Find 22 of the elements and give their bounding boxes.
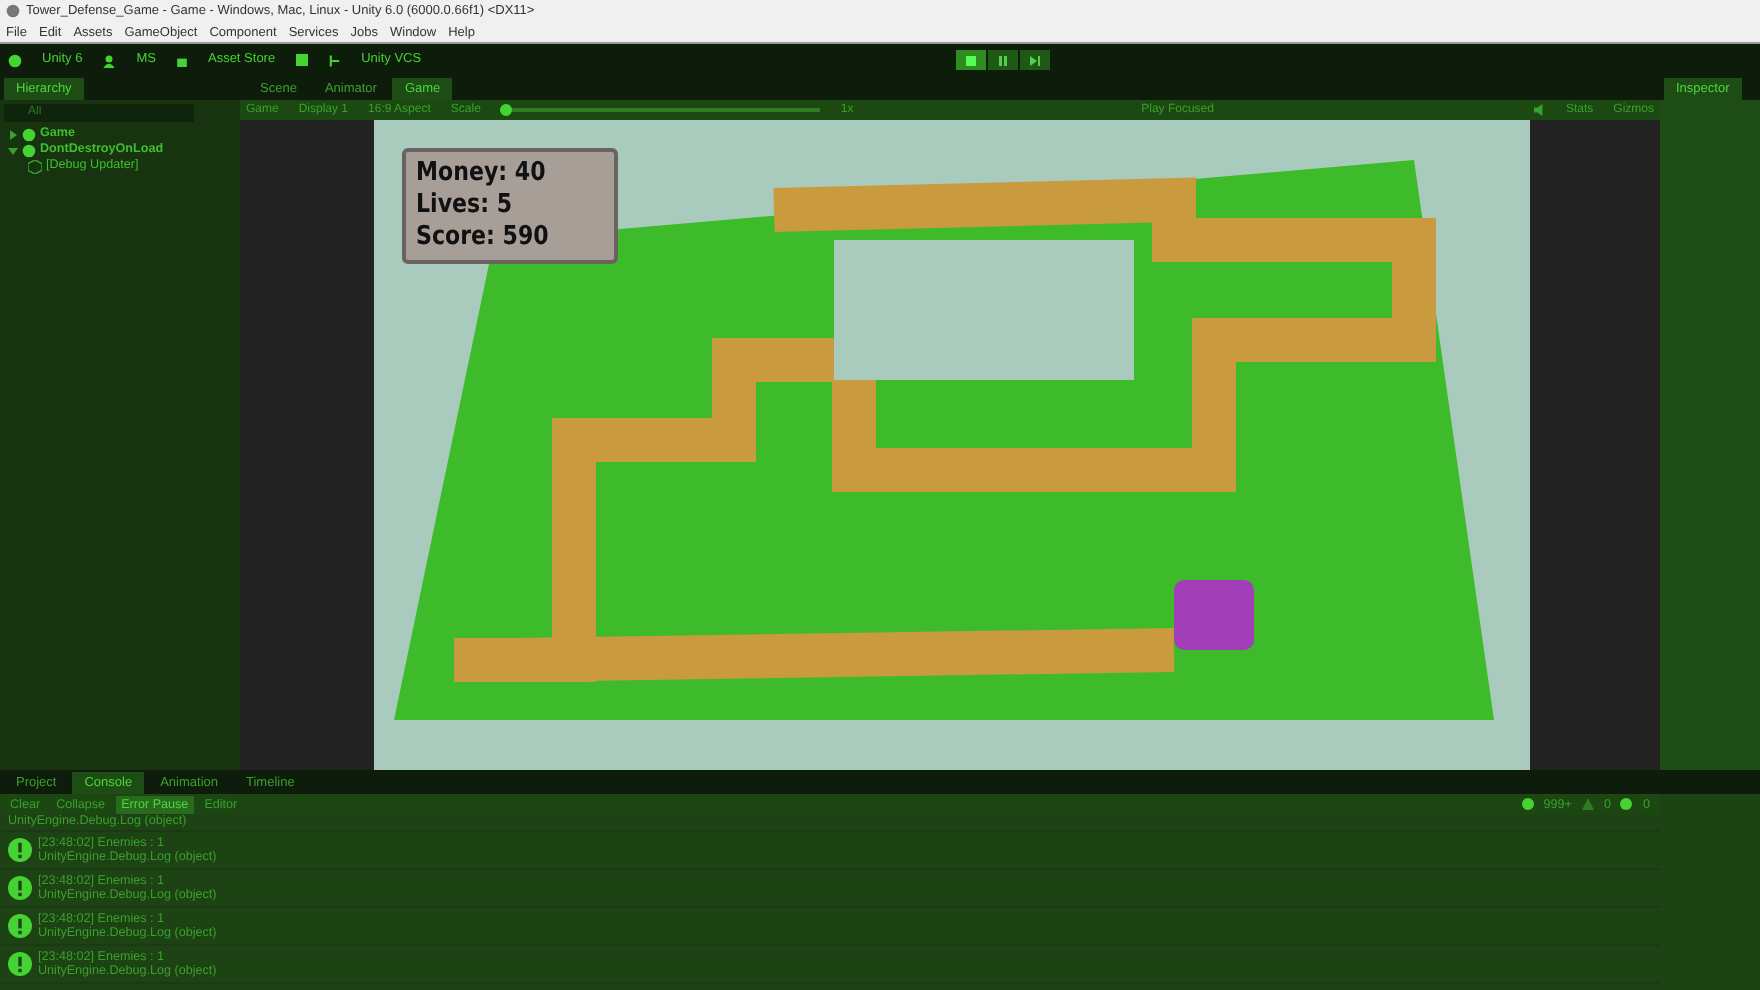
caret-icon[interactable] <box>8 145 18 155</box>
warning-icon <box>1581 798 1594 810</box>
hud-text: Score: 590 <box>416 222 551 254</box>
grid-icon[interactable] <box>295 54 308 66</box>
play-button[interactable] <box>956 50 986 70</box>
log-message-icon <box>8 876 32 900</box>
caret-icon[interactable] <box>8 129 18 139</box>
stop-icon <box>966 55 976 65</box>
branch-icon <box>327 53 342 67</box>
pause-button[interactable] <box>988 50 1018 70</box>
log-message-icon <box>8 952 32 976</box>
cube-icon <box>28 159 42 173</box>
hud-text: Lives: 5 <box>416 190 515 222</box>
hud-text: Money: 40 <box>416 158 548 190</box>
log-message-icon <box>8 838 32 862</box>
user-icon <box>102 53 117 67</box>
speaker-icon[interactable] <box>1533 104 1546 116</box>
pause-icon <box>998 55 1008 65</box>
log-message-icon <box>8 914 32 938</box>
step-icon <box>1030 55 1040 65</box>
slider-thumb[interactable] <box>500 104 513 116</box>
step-button[interactable] <box>1020 50 1050 70</box>
